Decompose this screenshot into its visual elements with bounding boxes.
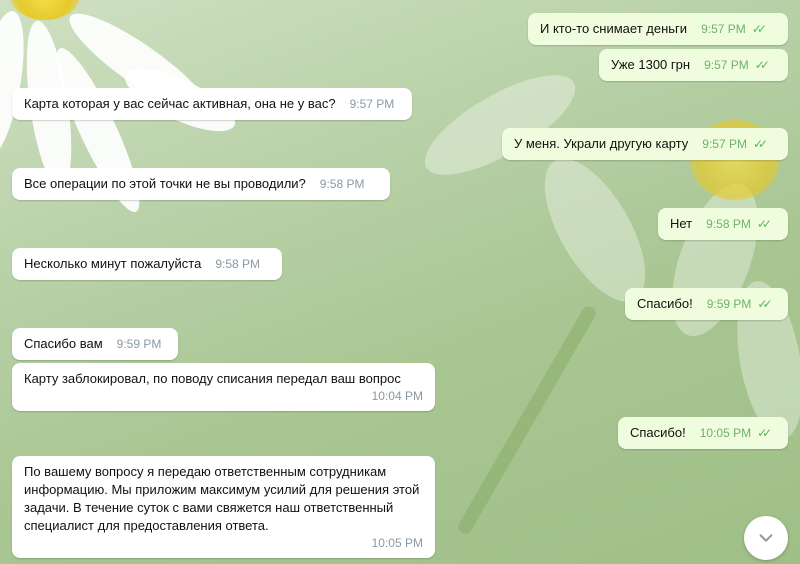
message-text: Уже 1300 грн — [611, 57, 691, 72]
message-time: 9:59 PM — [706, 297, 752, 311]
message-bubble-outgoing: Нет 9:58 PM ✓✓ — [658, 208, 788, 240]
double-check-icon: ✓✓ — [754, 58, 770, 72]
double-check-icon: ✓✓ — [751, 22, 767, 36]
double-check-icon: ✓✓ — [757, 297, 772, 311]
message-time: 9:57 PM — [704, 58, 749, 72]
message-text: Спасибо! — [630, 425, 686, 440]
message-time: 10:05 PM — [371, 536, 423, 550]
message-bubble-outgoing: Спасибо! 10:05 PM ✓✓ — [618, 417, 788, 449]
double-check-icon: ✓✓ — [757, 426, 772, 440]
message-time: 9:57 PM — [349, 97, 395, 111]
double-check-icon: ✓✓ — [756, 217, 772, 231]
message-text: Спасибо! — [637, 296, 693, 311]
message-time: 9:57 PM — [702, 137, 747, 151]
message-bubble-outgoing: Уже 1300 грн 9:57 PM ✓✓ — [599, 49, 788, 81]
message-bubble-outgoing: И кто-то снимает деньги 9:57 PM ✓✓ — [528, 13, 788, 45]
message-bubble-incoming: Все операции по этой точки не вы проводи… — [12, 168, 390, 200]
message-bubble-incoming: Карта которая у вас сейчас активная, она… — [12, 88, 412, 120]
scroll-to-bottom-button[interactable] — [744, 516, 788, 560]
message-time: 9:59 PM — [116, 337, 162, 351]
message-text: Спасибо вам — [24, 336, 103, 351]
message-time: 9:58 PM — [215, 257, 261, 271]
chevron-down-icon — [759, 534, 773, 542]
double-check-icon: ✓✓ — [752, 137, 768, 151]
message-list[interactable]: И кто-то снимает деньги 9:57 PM ✓✓ Уже 130… — [0, 0, 800, 564]
message-time: 10:05 PM — [699, 426, 752, 440]
message-time: 9:57 PM — [701, 22, 746, 36]
message-text: Все операции по этой точки не вы проводи… — [24, 176, 306, 191]
message-bubble-outgoing: Спасибо! 9:59 PM ✓✓ — [625, 288, 788, 320]
message-bubble-outgoing: У меня. Украли другую карту 9:57 PM ✓✓ — [502, 128, 788, 160]
message-bubble-incoming: По вашему вопросу я передаю ответственны… — [12, 456, 435, 558]
message-time: 9:58 PM — [319, 177, 365, 191]
message-text: Нет — [670, 216, 693, 231]
message-text: По вашему вопросу я передаю ответственны… — [24, 464, 420, 533]
message-bubble-incoming: Спасибо вам 9:59 PM — [12, 328, 178, 360]
message-time: 9:58 PM — [706, 217, 751, 231]
message-text: У меня. Украли другую карту — [514, 136, 689, 151]
message-text: Карта которая у вас сейчас активная, она… — [24, 96, 336, 111]
message-bubble-incoming: Несколько минут пожалуйста 9:58 PM — [12, 248, 282, 280]
message-text: И кто-то снимает деньги — [540, 21, 688, 36]
message-text: Карту заблокировал, по поводу списания п… — [24, 371, 401, 386]
message-text: Несколько минут пожалуйста — [24, 256, 202, 271]
message-time: 10:04 PM — [371, 389, 423, 403]
message-bubble-incoming: Карту заблокировал, по поводу списания п… — [12, 363, 435, 411]
